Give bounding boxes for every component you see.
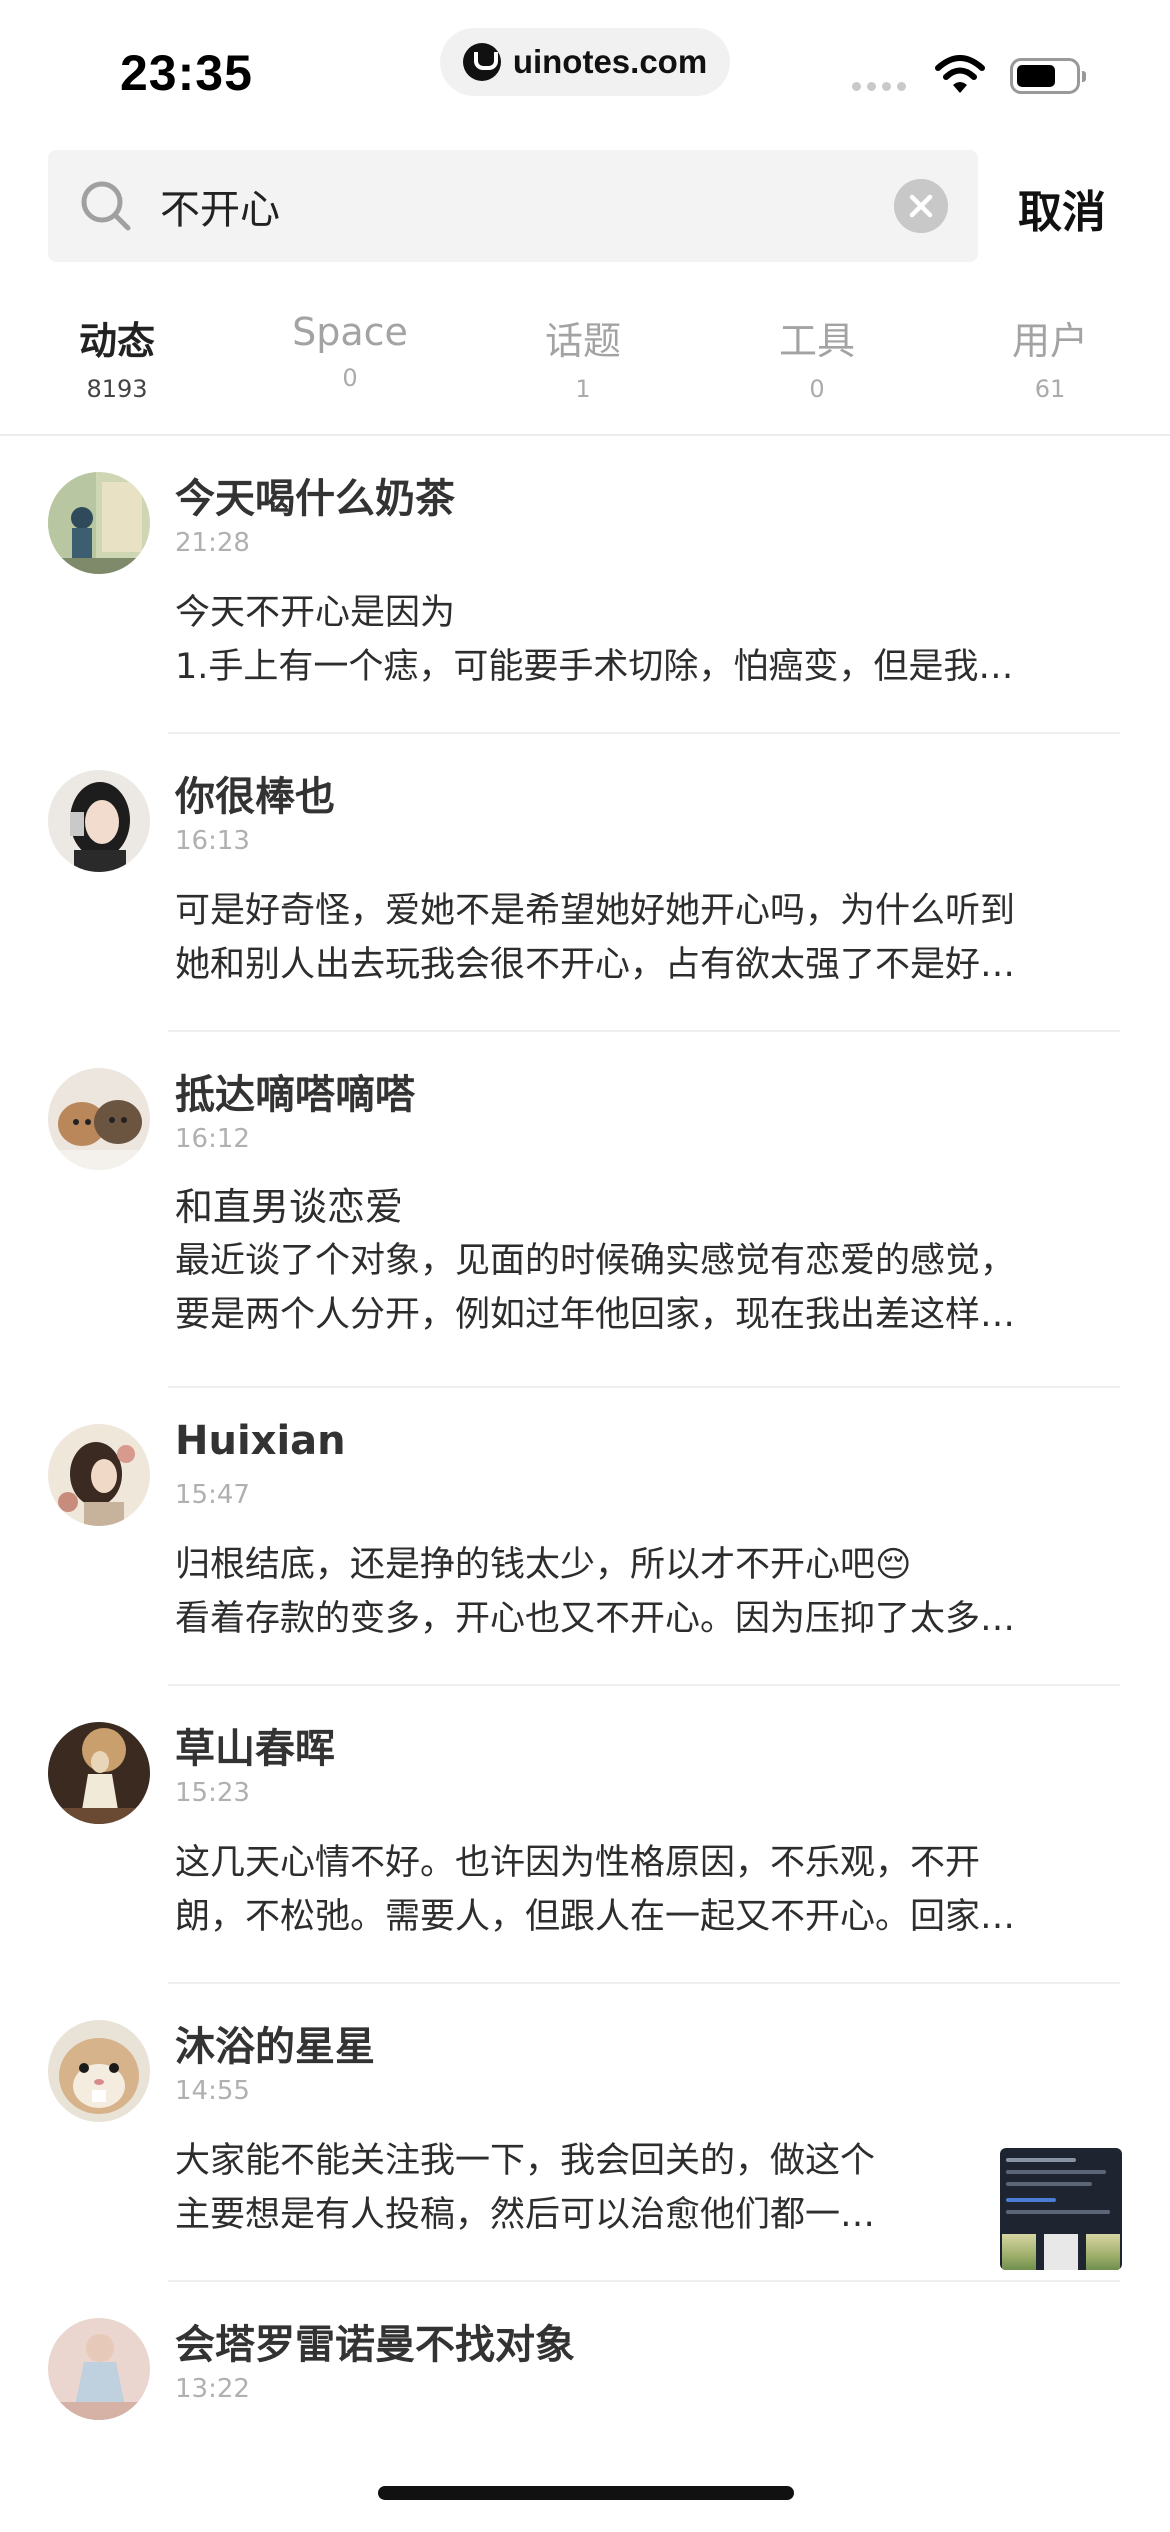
clear-icon[interactable] bbox=[894, 179, 948, 233]
post-time: 13:22 bbox=[175, 2374, 250, 2404]
tab-topics[interactable]: 话题 1 bbox=[483, 310, 683, 403]
status-time: 23:35 bbox=[120, 45, 253, 101]
avatar[interactable] bbox=[48, 472, 150, 574]
post-item[interactable]: Huixian 15:47 归根结底，还是挣的钱太少，所以才不开心吧😔 看着存款… bbox=[0, 1388, 1170, 1686]
avatar[interactable] bbox=[48, 2020, 150, 2122]
tab-count: 0 bbox=[342, 364, 358, 392]
tab-label: 动态 bbox=[78, 319, 155, 363]
post-author[interactable]: 今天喝什么奶茶 bbox=[175, 466, 455, 524]
post-time: 16:12 bbox=[175, 1124, 250, 1154]
post-item[interactable]: 草山春晖 15:23 这几天心情不好。也许因为性格原因，不乐观，不开 朗，不松弛… bbox=[0, 1686, 1170, 1984]
post-item[interactable]: 沐浴的星星 14:55 大家能不能关注我一下，我会回关的，做这个 主要想是有人投… bbox=[0, 1984, 1170, 2282]
post-text-line: 这几天心情不好。也许因为性格原因，不乐观，不开 bbox=[175, 1843, 981, 1883]
post-time: 16:13 bbox=[175, 826, 250, 856]
post-text-line: 1.手上有一个痣，可能要手术切除，怕癌变，但是我… bbox=[175, 647, 1014, 687]
avatar[interactable] bbox=[48, 1722, 150, 1824]
cancel-button[interactable]: 取消 bbox=[1018, 176, 1106, 240]
tab-count: 8193 bbox=[86, 375, 148, 403]
search-icon bbox=[81, 181, 131, 231]
avatar[interactable] bbox=[48, 770, 150, 872]
avatar[interactable] bbox=[48, 1424, 150, 1526]
post-author[interactable]: 草山春晖 bbox=[175, 1716, 335, 1774]
post-body[interactable]: 和直男谈恋爱 最近谈了个对象，见面的时候确实感觉有恋爱的感觉， 要是两个人分开，… bbox=[175, 1180, 1121, 1342]
post-time: 14:55 bbox=[175, 2076, 250, 2106]
post-time: 15:23 bbox=[175, 1778, 250, 1808]
post-text-line: 今天不开心是因为 bbox=[175, 593, 456, 633]
status-bar: 23:35 uinotes.com bbox=[0, 0, 1170, 150]
tab-label: 工具 bbox=[778, 319, 855, 363]
post-author[interactable]: 你很棒也 bbox=[175, 764, 335, 822]
url-text: uinotes.com bbox=[512, 43, 708, 80]
tab-space[interactable]: Space 0 bbox=[250, 310, 450, 392]
home-indicator[interactable] bbox=[378, 2486, 794, 2500]
post-author[interactable]: 会塔罗雷诺曼不找对象 bbox=[175, 2312, 575, 2370]
result-tabs: 动态 8193 Space 0 话题 1 工具 0 用户 61 bbox=[0, 300, 1170, 436]
tab-label: Space bbox=[292, 310, 408, 354]
post-author[interactable]: 抵达嘀嗒嘀嗒 bbox=[175, 1062, 415, 1120]
avatar[interactable] bbox=[48, 2318, 150, 2420]
post-author[interactable]: Huixian bbox=[175, 1418, 346, 1464]
tab-count: 0 bbox=[809, 375, 825, 403]
post-item[interactable]: 今天喝什么奶茶 21:28 今天不开心是因为 1.手上有一个痣，可能要手术切除，… bbox=[0, 436, 1170, 734]
post-body[interactable]: 今天不开心是因为 1.手上有一个痣，可能要手术切除，怕癌变，但是我… bbox=[175, 586, 1121, 694]
post-body[interactable]: 这几天心情不好。也许因为性格原因，不乐观，不开 朗，不松弛。需要人，但跟人在一起… bbox=[175, 1836, 1121, 1944]
tab-count: 61 bbox=[1034, 375, 1066, 403]
search-input[interactable] bbox=[160, 172, 800, 240]
post-text-line: 主要想是有人投稿，然后可以治愈他们都一… bbox=[175, 2195, 876, 2235]
tab-tools[interactable]: 工具 0 bbox=[717, 310, 917, 403]
cellular-signal-icon bbox=[852, 82, 906, 91]
post-text-line: 归根结底，还是挣的钱太少，所以才不开心吧😔 bbox=[175, 1545, 912, 1585]
url-pill[interactable]: uinotes.com bbox=[440, 28, 730, 96]
post-time: 21:28 bbox=[175, 528, 250, 558]
post-text-line: 要是两个人分开，例如过年他回家，现在我出差这样… bbox=[175, 1295, 1016, 1335]
tab-count: 1 bbox=[575, 375, 591, 403]
post-text-line: 朗，不松弛。需要人，但跟人在一起又不开心。回家… bbox=[175, 1897, 1016, 1937]
tab-moments[interactable]: 动态 8193 bbox=[17, 310, 217, 403]
battery-icon bbox=[1010, 58, 1086, 94]
post-item[interactable]: 抵达嘀嗒嘀嗒 16:12 和直男谈恋爱 最近谈了个对象，见面的时候确实感觉有恋爱… bbox=[0, 1032, 1170, 1388]
avatar[interactable] bbox=[48, 1068, 150, 1170]
post-text-line: 她和别人出去玩我会很不开心，占有欲太强了不是好… bbox=[175, 945, 1016, 985]
post-text-line: 最近谈了个对象，见面的时候确实感觉有恋爱的感觉， bbox=[175, 1241, 1016, 1281]
tab-label: 话题 bbox=[544, 319, 621, 363]
post-text-line: 看着存款的变多，开心也又不开心。因为压抑了太多… bbox=[175, 1599, 1016, 1639]
tab-users[interactable]: 用户 61 bbox=[950, 310, 1150, 403]
post-body[interactable]: 归根结底，还是挣的钱太少，所以才不开心吧😔 看着存款的变多，开心也又不开心。因为… bbox=[175, 1538, 1121, 1646]
wifi-icon bbox=[935, 55, 985, 93]
site-logo-icon bbox=[462, 43, 501, 81]
post-text-line: 可是好奇怪，爱她不是希望她好她开心吗，为什么听到 bbox=[175, 891, 1016, 931]
search-box bbox=[48, 150, 978, 262]
post-text-line: 大家能不能关注我一下，我会回关的，做这个 bbox=[175, 2141, 876, 2181]
post-title: 和直男谈恋爱 bbox=[175, 1185, 404, 1229]
post-body[interactable]: 可是好奇怪，爱她不是希望她好她开心吗，为什么听到 她和别人出去玩我会很不开心，占… bbox=[175, 884, 1121, 992]
post-time: 15:47 bbox=[175, 1480, 250, 1510]
post-thumbnail[interactable] bbox=[1000, 2148, 1122, 2270]
post-item[interactable]: 你很棒也 16:13 可是好奇怪，爱她不是希望她好她开心吗，为什么听到 她和别人… bbox=[0, 734, 1170, 1032]
post-author[interactable]: 沐浴的星星 bbox=[175, 2014, 375, 2072]
tab-label: 用户 bbox=[1011, 319, 1088, 363]
post-body[interactable]: 大家能不能关注我一下，我会回关的，做这个 主要想是有人投稿，然后可以治愈他们都一… bbox=[175, 2134, 975, 2242]
